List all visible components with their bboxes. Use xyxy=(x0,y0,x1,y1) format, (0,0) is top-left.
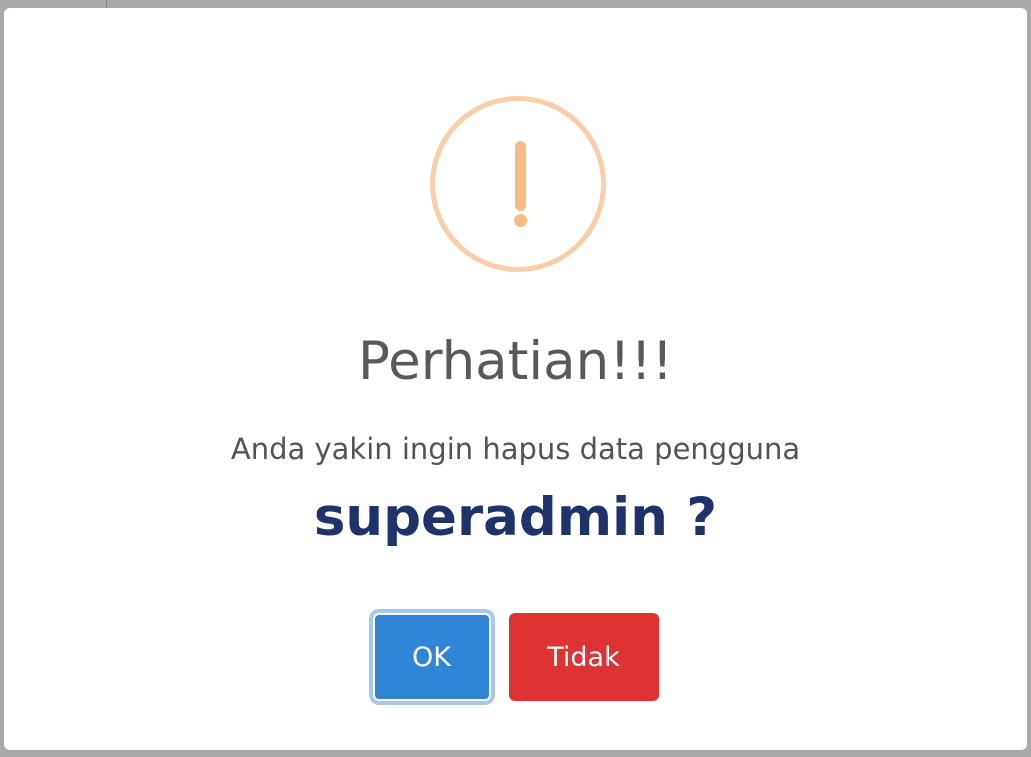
warning-icon-dot xyxy=(514,214,527,227)
confirm-dialog: Perhatian!!! Anda yakin ingin hapus data… xyxy=(4,8,1027,750)
dialog-username-line: superadmin ? xyxy=(4,484,1027,553)
ok-button[interactable]: OK xyxy=(372,613,491,701)
warning-icon xyxy=(430,96,606,272)
dialog-actions: OK Tidak xyxy=(4,613,1027,701)
dialog-question-mark: ? xyxy=(686,487,718,548)
dialog-message: Anda yakin ingin hapus data pengguna xyxy=(230,432,801,466)
dialog-title: Perhatian!!! xyxy=(358,331,673,392)
dialog-username: superadmin xyxy=(313,487,668,548)
warning-icon-bar xyxy=(515,141,526,211)
cancel-button[interactable]: Tidak xyxy=(508,613,659,701)
